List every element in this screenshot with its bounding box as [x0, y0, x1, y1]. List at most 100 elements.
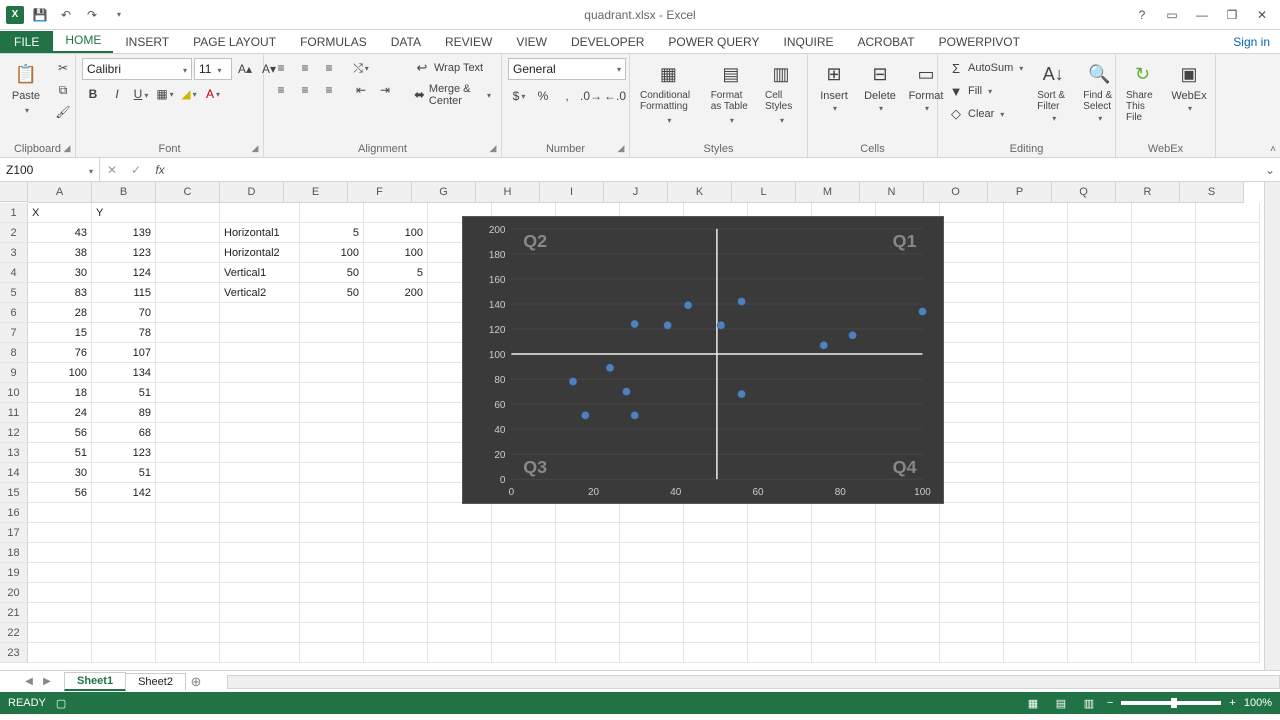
cell[interactable] — [156, 303, 220, 323]
cell[interactable] — [1132, 323, 1196, 343]
cell[interactable] — [156, 203, 220, 223]
cell[interactable] — [812, 503, 876, 523]
horizontal-scrollbar[interactable] — [227, 675, 1280, 689]
cell[interactable] — [28, 503, 92, 523]
cell[interactable] — [684, 583, 748, 603]
cell[interactable] — [940, 483, 1004, 503]
cell[interactable]: 68 — [92, 423, 156, 443]
cell[interactable]: 56 — [28, 423, 92, 443]
tab-developer[interactable]: DEVELOPER — [559, 31, 656, 53]
cell[interactable] — [1196, 343, 1260, 363]
cell[interactable]: 124 — [92, 263, 156, 283]
cell[interactable] — [492, 583, 556, 603]
cell[interactable] — [220, 303, 300, 323]
cell[interactable] — [300, 303, 364, 323]
cell[interactable]: 18 — [28, 383, 92, 403]
cell[interactable] — [156, 603, 220, 623]
cell[interactable]: 123 — [92, 243, 156, 263]
cell[interactable]: 115 — [92, 283, 156, 303]
collapse-ribbon-icon[interactable]: ˄ — [1270, 144, 1276, 155]
cell[interactable] — [1196, 223, 1260, 243]
cell[interactable] — [92, 623, 156, 643]
cell[interactable] — [300, 323, 364, 343]
col-header[interactable]: N — [860, 182, 924, 203]
cell[interactable]: 142 — [92, 483, 156, 503]
cell[interactable] — [1068, 323, 1132, 343]
cell[interactable] — [1132, 483, 1196, 503]
cell[interactable]: Vertical2 — [220, 283, 300, 303]
cell[interactable] — [156, 543, 220, 563]
cell[interactable] — [300, 483, 364, 503]
cell[interactable] — [748, 503, 812, 523]
col-header[interactable]: H — [476, 182, 540, 203]
formula-input[interactable] — [172, 158, 1260, 181]
cell-styles-button[interactable]: ▥Cell Styles — [761, 58, 801, 128]
cell[interactable]: 200 — [364, 283, 428, 303]
cell[interactable] — [220, 563, 300, 583]
cell[interactable]: Horizontal1 — [220, 223, 300, 243]
cell[interactable] — [556, 503, 620, 523]
col-header[interactable]: I — [540, 182, 604, 203]
cell[interactable]: 107 — [92, 343, 156, 363]
cell[interactable] — [492, 643, 556, 663]
cell[interactable] — [156, 323, 220, 343]
cell[interactable] — [1132, 263, 1196, 283]
cell[interactable] — [1196, 583, 1260, 603]
cell[interactable] — [1004, 403, 1068, 423]
new-sheet-icon[interactable]: ⊕ — [185, 674, 207, 690]
cell[interactable] — [300, 543, 364, 563]
increase-decimal-icon[interactable]: .0→ — [580, 86, 602, 106]
tab-review[interactable]: REVIEW — [433, 31, 504, 53]
cell[interactable] — [92, 643, 156, 663]
sign-in-link[interactable]: Sign in — [1223, 31, 1280, 53]
vertical-scrollbar[interactable] — [1264, 182, 1280, 670]
cell[interactable] — [1132, 363, 1196, 383]
cell[interactable] — [364, 363, 428, 383]
cell[interactable]: 51 — [92, 383, 156, 403]
col-header[interactable]: A — [28, 182, 92, 203]
cell[interactable] — [1068, 303, 1132, 323]
cell[interactable] — [556, 563, 620, 583]
row-header[interactable]: 18 — [0, 543, 28, 563]
cell[interactable] — [1132, 563, 1196, 583]
cell[interactable] — [92, 563, 156, 583]
cell[interactable] — [492, 523, 556, 543]
sheet-nav-prev-icon[interactable]: ◀ — [20, 676, 38, 687]
sheet-nav-next-icon[interactable]: ▶ — [38, 676, 56, 687]
cell[interactable] — [428, 523, 492, 543]
cell[interactable] — [156, 283, 220, 303]
cell[interactable] — [492, 623, 556, 643]
cell[interactable] — [876, 603, 940, 623]
orientation-icon[interactable]: ⤭ — [350, 58, 372, 78]
cell[interactable] — [92, 603, 156, 623]
autosum-button[interactable]: ΣAutoSum — [944, 58, 1027, 78]
cell[interactable] — [940, 503, 1004, 523]
cell[interactable] — [620, 603, 684, 623]
cell[interactable] — [156, 223, 220, 243]
cell[interactable] — [300, 443, 364, 463]
page-layout-view-icon[interactable]: ▤ — [1051, 695, 1071, 711]
cell[interactable] — [1068, 423, 1132, 443]
cell[interactable]: 100 — [364, 243, 428, 263]
row-header[interactable]: 2 — [0, 223, 28, 243]
cell[interactable] — [1004, 563, 1068, 583]
cell[interactable] — [1068, 343, 1132, 363]
cell[interactable] — [1132, 423, 1196, 443]
align-right-icon[interactable]: ≡ — [318, 80, 340, 100]
cell[interactable] — [364, 403, 428, 423]
row-header[interactable]: 5 — [0, 283, 28, 303]
cell[interactable]: Horizontal2 — [220, 243, 300, 263]
cell[interactable] — [684, 563, 748, 583]
cell[interactable] — [1196, 303, 1260, 323]
format-painter-icon[interactable]: 🖌 — [52, 102, 74, 122]
cell[interactable] — [1132, 343, 1196, 363]
cell[interactable] — [684, 623, 748, 643]
tab-inquire[interactable]: INQUIRE — [771, 31, 845, 53]
cell[interactable] — [1068, 583, 1132, 603]
cell[interactable] — [556, 603, 620, 623]
cell[interactable] — [28, 603, 92, 623]
row-header[interactable]: 13 — [0, 443, 28, 463]
tab-home[interactable]: HOME — [53, 29, 113, 53]
row-header[interactable]: 9 — [0, 363, 28, 383]
row-header[interactable]: 22 — [0, 623, 28, 643]
